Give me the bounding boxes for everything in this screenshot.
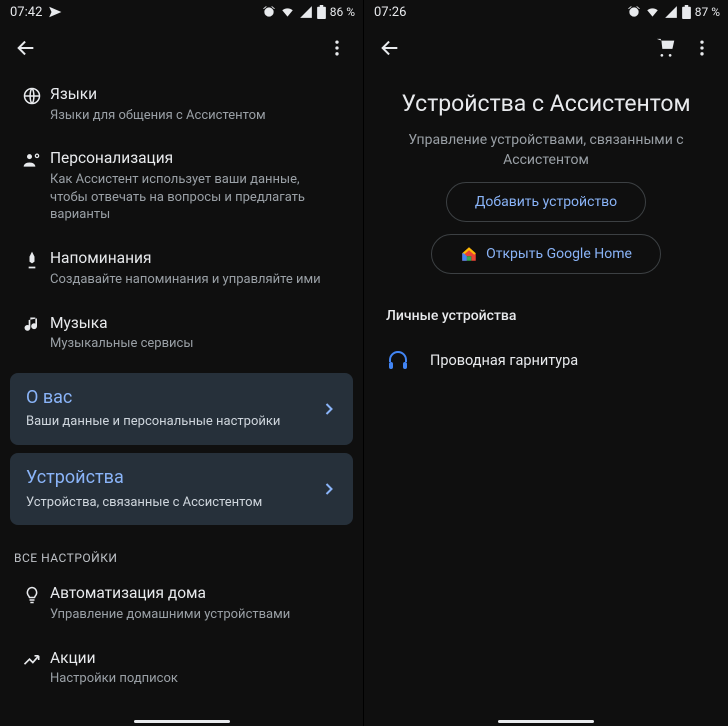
alarm-icon [262, 5, 276, 19]
open-home-label: Открыть Google Home [486, 246, 632, 262]
chevron-right-icon [319, 479, 339, 499]
status-battery-pct: 87 % [695, 5, 720, 19]
cart-button[interactable] [648, 30, 684, 66]
item-personalization[interactable]: Персонализация Как Ассистент использует … [0, 136, 363, 236]
wifi-icon [645, 5, 660, 19]
battery-icon [682, 5, 691, 19]
status-bar: 07:42 86 % [0, 0, 363, 24]
item-sub: Как Ассистент использует ваши данные, чт… [50, 171, 339, 224]
globe-icon [14, 84, 50, 124]
telegram-icon [48, 5, 62, 19]
item-languages[interactable]: Языки Языки для общения с Ассистентом [0, 72, 363, 136]
device-label: Проводная гарнитура [430, 352, 578, 369]
trending-up-icon [14, 648, 50, 688]
gesture-nav-handle[interactable] [134, 720, 230, 723]
music-note-icon [14, 313, 50, 353]
alarm-icon [627, 5, 641, 19]
item-sub: Управление домашними устройствами [50, 606, 339, 624]
settings-list: Языки Языки для общения с Ассистентом Пе… [0, 72, 363, 700]
chevron-right-icon [319, 399, 339, 419]
device-row-wired-headset[interactable]: Проводная гарнитура [364, 332, 728, 388]
settings-list-screen: 07:42 86 % [0, 0, 364, 726]
signal-icon [299, 5, 313, 19]
google-home-icon [460, 245, 478, 263]
item-sub: Музыкальные сервисы [50, 335, 339, 353]
card-sub: Ваши данные и персональные настройки [26, 413, 319, 431]
back-button[interactable] [8, 30, 44, 66]
person-gear-icon [14, 148, 50, 224]
item-title: Автоматизация дома [50, 583, 339, 604]
item-sub: Языки для общения с Ассистентом [50, 107, 339, 125]
item-reminders[interactable]: Напоминания Создавайте напоминания и упр… [0, 236, 363, 300]
item-title: Музыка [50, 313, 339, 334]
status-time: 07:42 [10, 5, 42, 20]
reminder-icon [14, 248, 50, 288]
status-time: 07:26 [374, 5, 406, 20]
item-sub: Настройки подписок [50, 670, 339, 688]
item-sub: Создавайте напоминания и управляйте ими [50, 271, 339, 289]
overflow-menu-button[interactable] [319, 30, 355, 66]
status-bar: 07:26 87 % [364, 0, 728, 24]
assistant-devices-screen: 07:26 87 % [364, 0, 728, 726]
toolbar [364, 24, 728, 72]
signal-icon [664, 5, 678, 19]
overflow-menu-button[interactable] [684, 30, 720, 66]
add-device-label: Добавить устройство [475, 194, 617, 210]
item-home-automation[interactable]: Автоматизация дома Управление домашними … [0, 571, 363, 635]
page-title: Устройства с Ассистентом [364, 90, 728, 117]
card-sub: Устройства, связанные с Ассистентом [26, 494, 319, 512]
item-title: Языки [50, 84, 339, 105]
all-settings-label: ВСЕ НАСТРОЙКИ [0, 533, 363, 571]
item-title: Напоминания [50, 248, 339, 269]
status-battery-pct: 86 % [330, 5, 355, 19]
card-title: Устройства [26, 467, 319, 490]
back-button[interactable] [372, 30, 408, 66]
item-devices[interactable]: Устройства Устройства, связанные с Ассис… [10, 453, 353, 525]
wifi-icon [280, 5, 295, 19]
item-music[interactable]: Музыка Музыкальные сервисы [0, 301, 363, 365]
battery-icon [317, 5, 326, 19]
card-title: О вас [26, 387, 319, 410]
add-device-button[interactable]: Добавить устройство [446, 182, 646, 222]
item-stocks[interactable]: Акции Настройки подписок [0, 636, 363, 700]
toolbar [0, 24, 363, 72]
page-subtitle: Управление устройствами, связанными с Ас… [364, 131, 728, 170]
open-google-home-button[interactable]: Открыть Google Home [431, 234, 661, 274]
headphones-icon [386, 348, 430, 372]
personal-devices-header: Личные устройства [364, 274, 728, 332]
item-title: Персонализация [50, 148, 339, 169]
item-title: Акции [50, 648, 339, 669]
item-about-you[interactable]: О вас Ваши данные и персональные настрой… [10, 373, 353, 445]
lightbulb-icon [14, 583, 50, 623]
gesture-nav-handle[interactable] [498, 720, 594, 723]
